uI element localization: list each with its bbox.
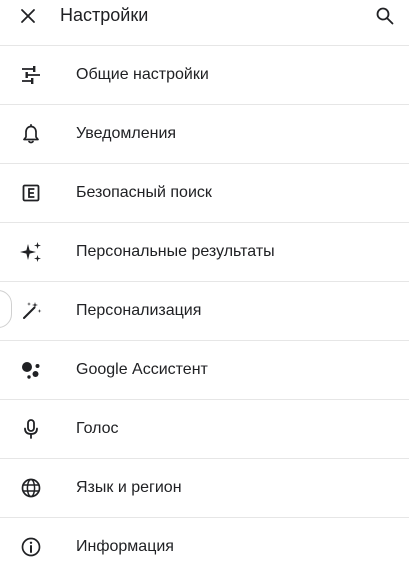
settings-item-label: Google Ассистент: [76, 361, 208, 378]
settings-item-voice[interactable]: Голос: [0, 400, 409, 459]
settings-item-label: Уведомления: [76, 125, 177, 142]
close-button[interactable]: [12, 2, 44, 30]
settings-item-label: Язык и регион: [76, 479, 182, 496]
settings-item-label: Безопасный поиск: [76, 184, 212, 201]
microphone-icon: [17, 415, 45, 443]
settings-item-assistant[interactable]: Google Ассистент: [0, 341, 409, 400]
tune-icon: [17, 61, 45, 89]
close-icon: [19, 7, 37, 25]
search-icon: [375, 6, 395, 26]
settings-item-information[interactable]: Информация: [0, 518, 409, 574]
settings-item-label: Информация: [76, 538, 174, 555]
settings-item-label: Персональные результаты: [76, 243, 275, 260]
globe-icon: [17, 474, 45, 502]
sparkle-icon: [17, 238, 45, 266]
top-app-bar: Настройки: [0, 0, 409, 45]
bell-icon: [17, 120, 45, 148]
settings-item-label: Общие настройки: [76, 66, 209, 83]
settings-item-notifications[interactable]: Уведомления: [0, 105, 409, 164]
explicit-icon: [17, 179, 45, 207]
settings-item-general[interactable]: Общие настройки: [0, 46, 409, 105]
settings-list: Общие настройки Уведомления Безопасный п…: [0, 45, 409, 574]
settings-item-safe-search[interactable]: Безопасный поиск: [0, 164, 409, 223]
info-icon: [17, 533, 45, 561]
settings-item-personal-results[interactable]: Персональные результаты: [0, 223, 409, 282]
search-button[interactable]: [371, 2, 399, 30]
settings-item-personalization[interactable]: Персонализация: [0, 282, 409, 341]
settings-item-label: Голос: [76, 420, 119, 437]
assistant-icon: [17, 356, 45, 384]
settings-item-label: Персонализация: [76, 302, 202, 319]
magic-wand-icon: [17, 297, 45, 325]
settings-screen: Настройки Общие настройки Уведомления Бе…: [0, 0, 409, 574]
settings-item-language-region[interactable]: Язык и регион: [0, 459, 409, 518]
page-title: Настройки: [60, 5, 149, 25]
